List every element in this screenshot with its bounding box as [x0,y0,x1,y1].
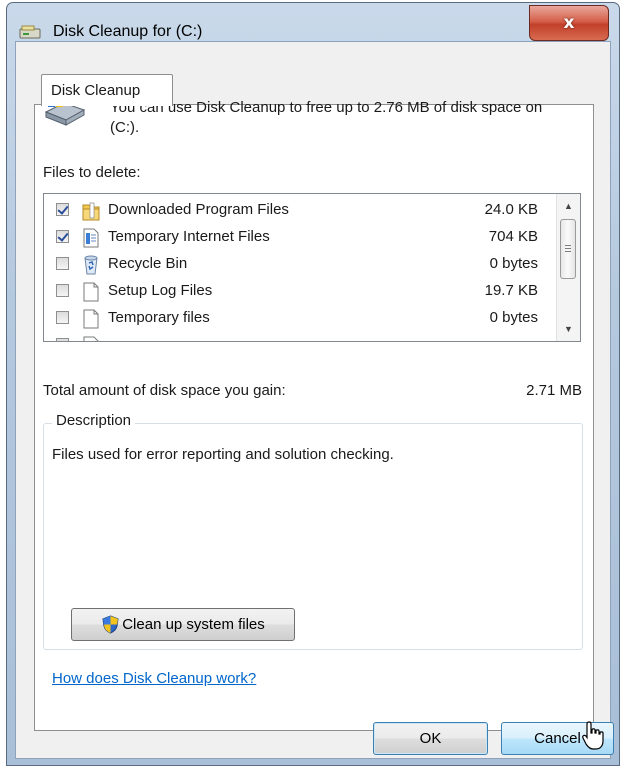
file-name: Setup Log Files [108,282,213,299]
checkbox[interactable] [56,257,69,270]
file-icon [83,282,99,302]
scroll-thumb[interactable] [560,219,576,279]
description-text: Files used for error reporting and solut… [52,446,394,463]
ok-label: OK [419,730,442,747]
cancel-label: Cancel [534,730,581,747]
list-item[interactable]: Temporary Internet Files 704 KB [44,225,556,252]
window-title: Disk Cleanup for (C:) [53,23,203,40]
checkbox[interactable] [56,230,69,243]
folder-icon [82,202,100,221]
file-size: 19.7 KB [484,282,538,299]
internet-files-icon [83,228,99,248]
checkbox[interactable] [56,284,69,297]
list-item[interactable]: Temporary files 0 bytes [44,306,556,333]
file-icon [83,336,99,341]
checkbox[interactable] [56,311,69,324]
dialog-client-area: Disk Cleanup You can use Disk Cleanup to… [15,41,614,759]
ok-button[interactable]: OK [373,722,488,755]
scroll-down-icon[interactable]: ▼ [557,318,580,340]
file-name: Temporary Internet Files [108,228,270,245]
clean-up-system-files-button[interactable]: Clean up system files [71,608,295,641]
help-link[interactable]: How does Disk Cleanup work? [52,670,256,687]
checkbox[interactable] [56,203,69,216]
list-item[interactable]: Setup Log Files 19.7 KB [44,279,556,306]
drive-icon [19,25,41,39]
files-to-delete-label: Files to delete: [43,164,141,181]
recycle-bin-icon [84,255,98,275]
file-size: 0 bytes [489,255,538,272]
uac-shield-icon [102,615,119,634]
total-space-value: 2.71 MB [526,382,582,399]
clean-up-system-files-label: Clean up system files [122,616,265,633]
tab-disk-cleanup[interactable]: Disk Cleanup [41,74,173,106]
total-space-label: Total amount of disk space you gain: [43,382,286,399]
scroll-up-icon[interactable]: ▲ [557,195,580,217]
disk-cleanup-window: Disk Cleanup for (C:) x Disk Cleanup You… [6,2,620,766]
file-size: 0 bytes [489,309,538,326]
list-item[interactable]: Downloaded Program Files 24.0 KB [44,198,556,225]
file-size: 704 KB [488,228,538,245]
checkbox[interactable] [56,338,69,341]
description-legend: Description [52,412,136,429]
summary-text: You can use Disk Cleanup to free up to 2… [110,99,543,136]
mouse-cursor-hand-icon [582,721,604,750]
file-name: Downloaded Program Files [108,201,289,218]
list-item[interactable]: Recycle Bin 0 bytes [44,252,556,279]
close-icon: x [563,13,575,33]
file-icon [83,309,99,329]
close-button[interactable]: x [529,5,609,41]
list-item-partial[interactable] [44,333,556,341]
list-scrollbar[interactable]: ▲ ▼ [556,194,580,341]
files-list[interactable]: Downloaded Program Files 24.0 KB Tempora… [43,193,581,342]
file-name: Temporary files [108,309,210,326]
file-size: 24.0 KB [484,201,538,218]
file-name: Recycle Bin [108,255,188,272]
